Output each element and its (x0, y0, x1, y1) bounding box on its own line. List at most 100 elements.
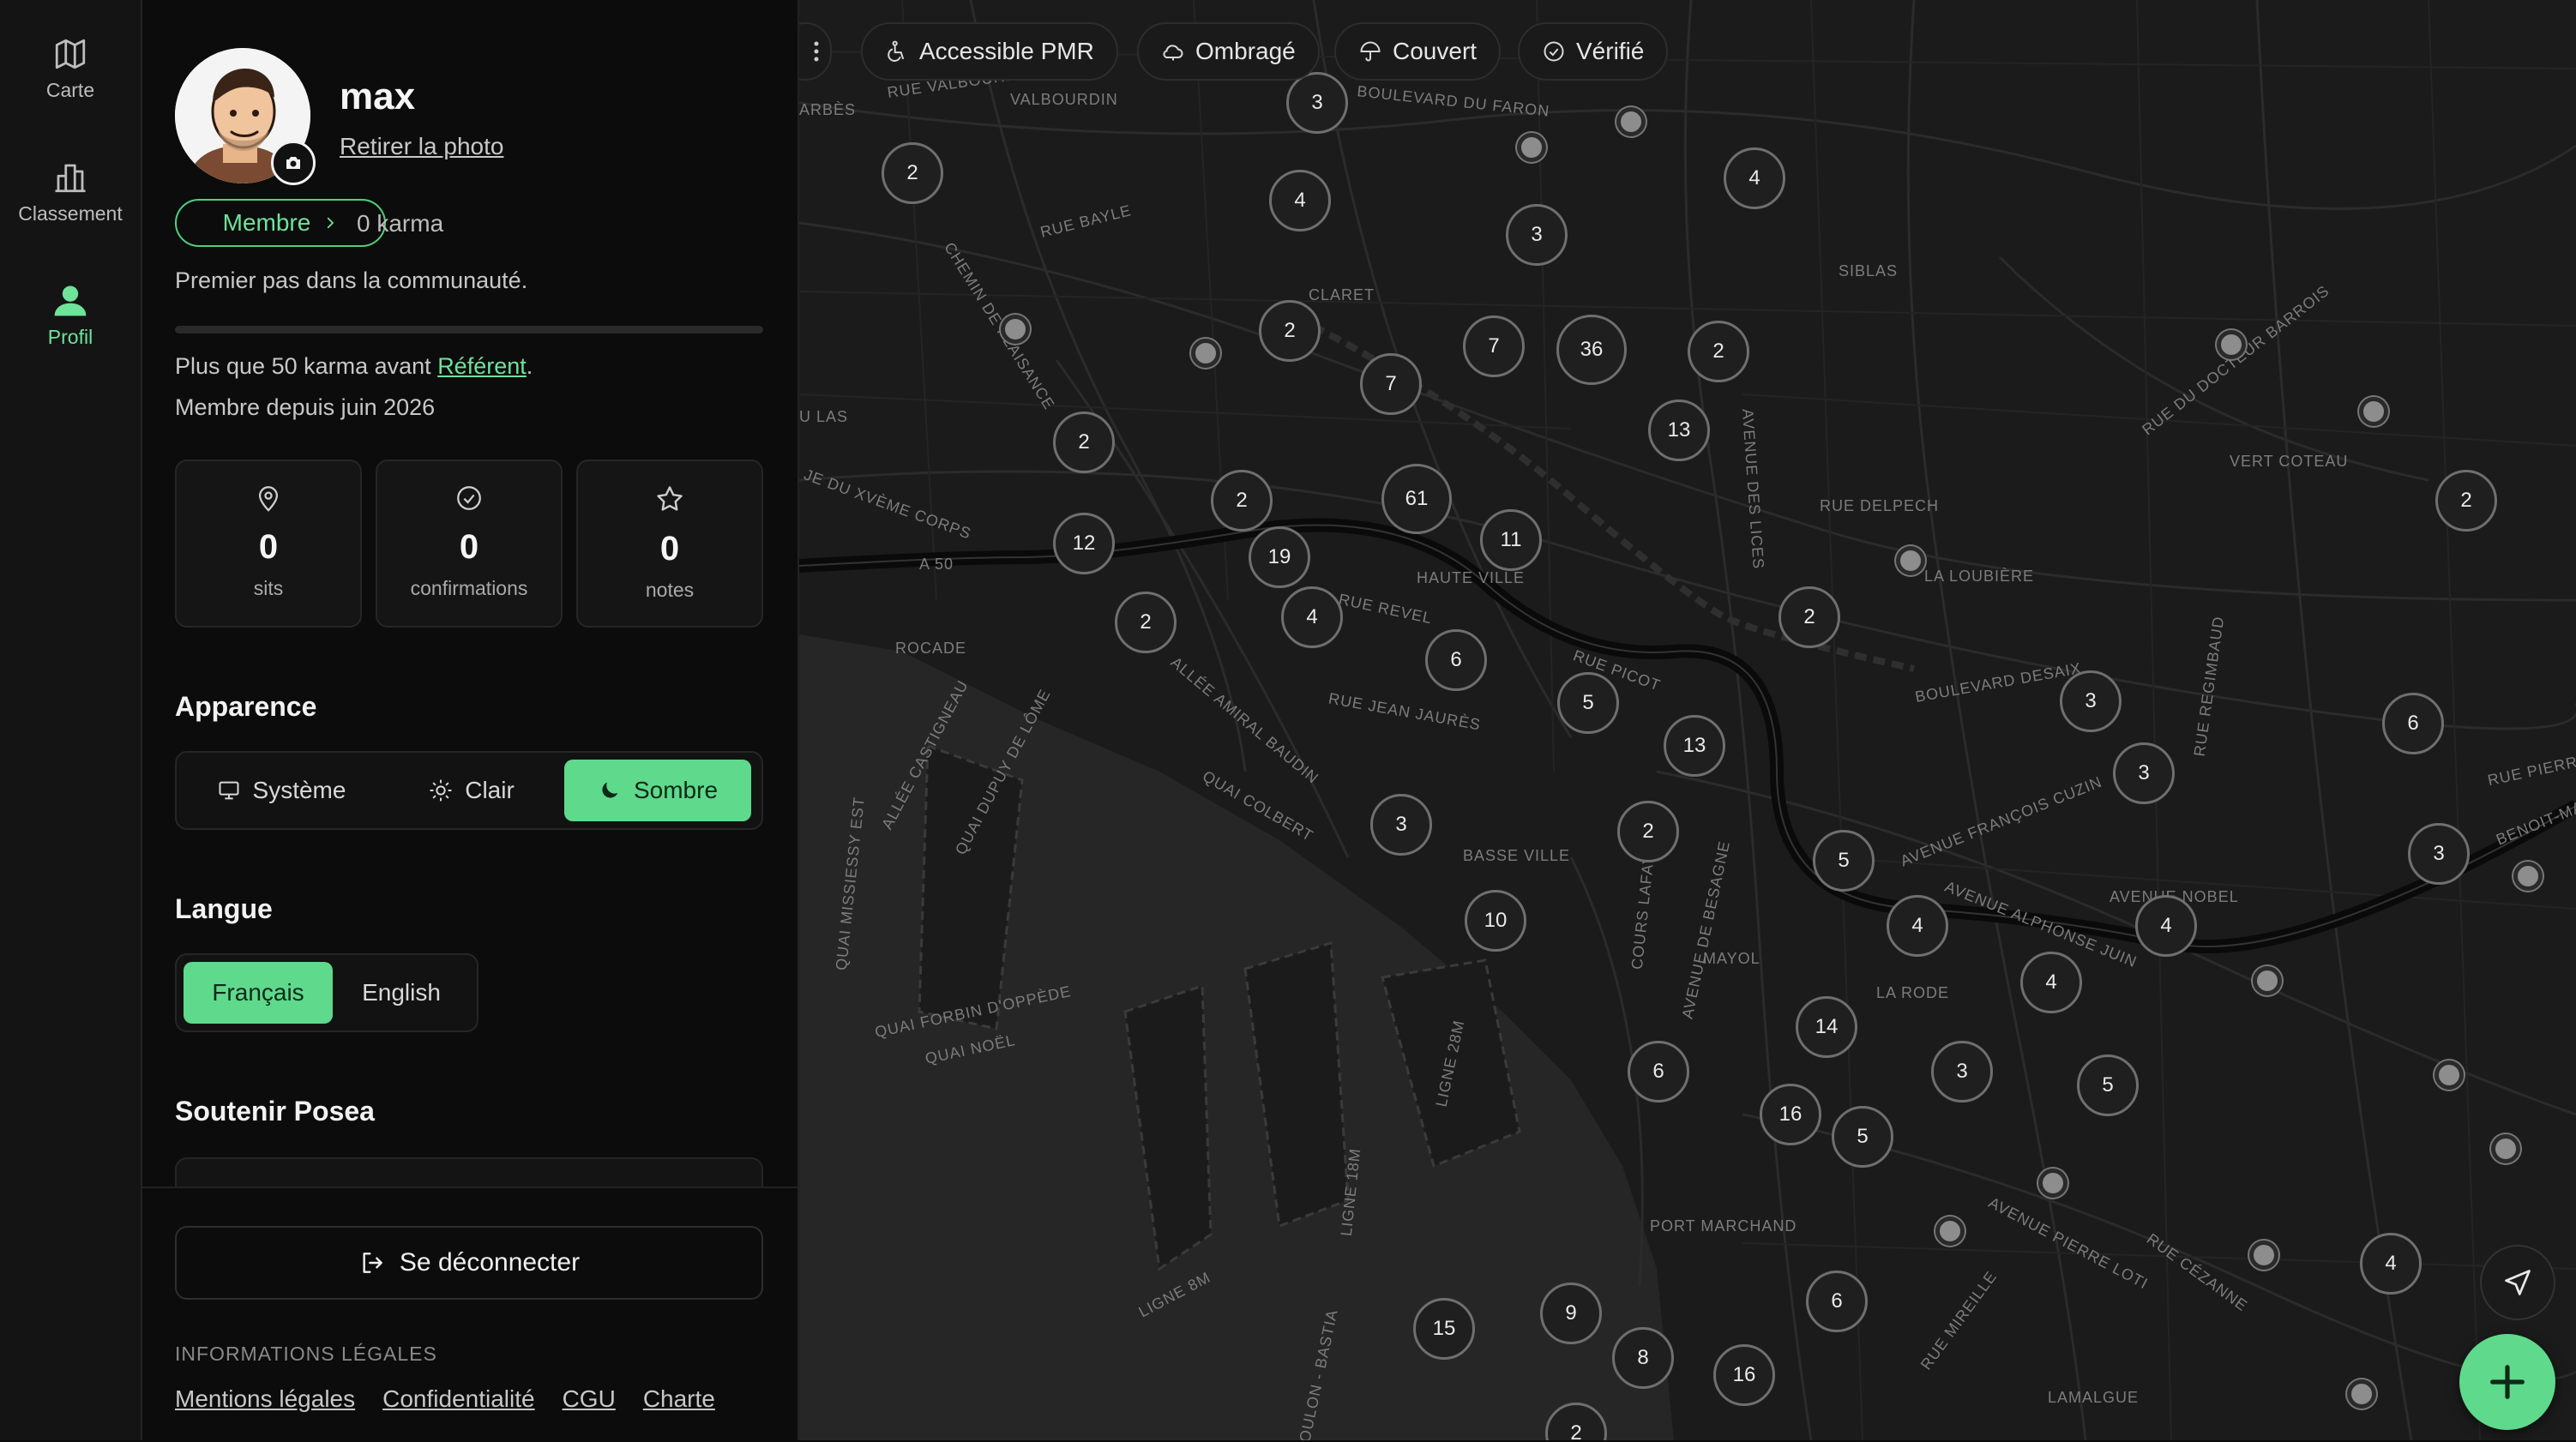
cluster-marker[interactable]: 14 (1796, 996, 1857, 1058)
chevron-right-icon (328, 217, 334, 229)
cluster-marker[interactable]: 3 (1370, 794, 1432, 856)
cluster-marker[interactable]: 4 (2360, 1233, 2422, 1295)
cluster-marker[interactable]: 2 (1211, 470, 1273, 532)
sit-marker[interactable] (1616, 107, 1646, 136)
cluster-marker[interactable]: 6 (2382, 693, 2444, 754)
cluster-marker[interactable]: 3 (2408, 823, 2470, 885)
legal-link-charter[interactable]: Charte (643, 1385, 715, 1413)
sit-marker[interactable] (2217, 330, 2246, 359)
cluster-marker[interactable]: 3 (1286, 72, 1348, 134)
cluster-marker[interactable]: 2 (1053, 412, 1115, 473)
cluster-marker[interactable]: 6 (1806, 1271, 1868, 1332)
cluster-marker[interactable]: 7 (1463, 315, 1525, 377)
legal-link-mentions[interactable]: Mentions légales (175, 1385, 355, 1413)
cluster-marker[interactable]: 9 (1540, 1283, 1602, 1344)
cluster-marker[interactable]: 11 (1480, 509, 1542, 571)
next-level-link[interactable]: Référent (437, 353, 527, 379)
plus-icon (2490, 1365, 2525, 1399)
sit-marker[interactable] (1517, 133, 1546, 162)
cluster-marker[interactable]: 4 (1281, 586, 1343, 648)
nav-label-profil: Profil (47, 326, 93, 348)
sit-marker[interactable] (2491, 1134, 2520, 1163)
locate-me-button[interactable] (2480, 1245, 2555, 1320)
cluster-marker[interactable]: 10 (1465, 890, 1526, 952)
role-label: Membre (222, 209, 311, 236)
cluster-marker[interactable]: 4 (2135, 895, 2197, 957)
cluster-marker[interactable]: 3 (1931, 1041, 1993, 1103)
stat-card-notes: 0 notes (576, 460, 763, 628)
cluster-marker[interactable]: 4 (1269, 170, 1331, 231)
sit-marker[interactable] (2253, 966, 2282, 995)
sit-marker[interactable] (1896, 546, 1925, 575)
sit-marker[interactable] (2038, 1169, 2067, 1198)
theme-option-dark[interactable]: Sombre (564, 760, 751, 821)
cluster-marker[interactable]: 12 (1053, 513, 1115, 574)
sit-marker[interactable] (2347, 1379, 2376, 1409)
cluster-marker[interactable]: 61 (1381, 464, 1452, 534)
nav-item-profil[interactable]: Profil (0, 281, 141, 349)
map-label: A 50 (919, 556, 954, 573)
cluster-marker[interactable]: 2 (2435, 470, 2497, 532)
legal-link-cgu[interactable]: CGU (563, 1385, 616, 1413)
language-option-en[interactable]: English (333, 962, 470, 1024)
cluster-marker[interactable]: 2 (1779, 586, 1840, 648)
sit-marker[interactable] (2435, 1060, 2464, 1090)
cluster-marker[interactable]: 5 (1557, 672, 1619, 734)
support-title: Soutenir Posea (175, 1096, 375, 1127)
filter-chip-ombrage[interactable]: Ombragé (1137, 22, 1320, 81)
logout-label: Se déconnecter (399, 1248, 581, 1277)
sit-marker[interactable] (2513, 862, 2543, 891)
cluster-marker[interactable]: 16 (1713, 1344, 1775, 1406)
filter-chip-verifie[interactable]: Vérifié (1518, 22, 1669, 81)
cluster-marker[interactable]: 13 (1664, 715, 1725, 777)
cluster-marker[interactable]: 2 (882, 142, 943, 204)
cluster-marker[interactable]: 4 (2020, 952, 2082, 1013)
nav-item-classement[interactable]: Classement (0, 159, 141, 225)
cluster-marker[interactable]: 6 (1425, 629, 1487, 691)
sit-marker[interactable] (1935, 1217, 1965, 1246)
nav-item-carte[interactable]: Carte (0, 36, 141, 102)
role-badge[interactable]: Membre (175, 199, 386, 247)
cluster-marker[interactable]: 2 (1617, 801, 1679, 862)
language-option-fr[interactable]: Français (184, 962, 333, 1024)
cluster-marker[interactable]: 4 (1887, 895, 1948, 957)
cluster-marker[interactable]: 19 (1249, 526, 1310, 588)
filter-chip-couvert[interactable]: Couvert (1334, 22, 1502, 81)
cluster-marker[interactable]: 15 (1413, 1298, 1475, 1360)
karma-progress-bar (175, 326, 763, 333)
nav-label-classement: Classement (18, 202, 123, 225)
theme-option-system[interactable]: Système (184, 760, 379, 821)
filter-chip-pmr[interactable]: Accessible PMR (861, 22, 1118, 81)
remove-photo-link[interactable]: Retirer la photo (340, 133, 503, 160)
legal-link-privacy[interactable]: Confidentialité (382, 1385, 534, 1413)
cluster-marker[interactable]: 16 (1760, 1084, 1821, 1145)
logout-button[interactable]: Se déconnecter (175, 1226, 763, 1300)
cluster-marker[interactable]: 8 (1612, 1327, 1674, 1389)
change-photo-button[interactable] (271, 141, 316, 185)
cluster-marker[interactable]: 2 (1688, 321, 1749, 382)
cluster-marker[interactable]: 13 (1648, 400, 1710, 461)
cluster-marker[interactable]: 5 (2077, 1054, 2139, 1116)
cluster-marker[interactable]: 5 (1813, 830, 1875, 892)
cluster-marker[interactable]: 6 (1628, 1041, 1689, 1103)
sit-marker[interactable] (2359, 397, 2388, 426)
cluster-marker[interactable]: 5 (1832, 1106, 1893, 1168)
wheelchair-icon (888, 40, 904, 62)
cluster-marker[interactable]: 3 (1506, 204, 1568, 266)
cluster-marker[interactable]: 2 (1259, 300, 1321, 362)
cluster-marker[interactable]: 2 (1115, 592, 1177, 653)
sit-marker[interactable] (1191, 339, 1220, 368)
cluster-marker[interactable]: 3 (2060, 670, 2122, 732)
sit-marker[interactable] (2249, 1241, 2278, 1270)
add-sit-button[interactable] (2459, 1334, 2555, 1430)
legal-links: Mentions légales Confidentialité CGU Cha… (175, 1385, 715, 1413)
cluster-marker[interactable]: 3 (2113, 742, 2175, 804)
cluster-marker[interactable]: 36 (1556, 315, 1627, 385)
cluster-marker[interactable]: 4 (1724, 147, 1785, 209)
username: max (340, 75, 416, 117)
map-view[interactable]: VALBOURDIN RUE VALBOURDIN BOULEVARD DU F… (799, 0, 2576, 1440)
map-label: CLARET (1309, 286, 1375, 303)
theme-option-light[interactable]: Clair (379, 760, 564, 821)
cluster-marker[interactable]: 7 (1360, 353, 1422, 415)
sit-marker[interactable] (1001, 315, 1030, 344)
